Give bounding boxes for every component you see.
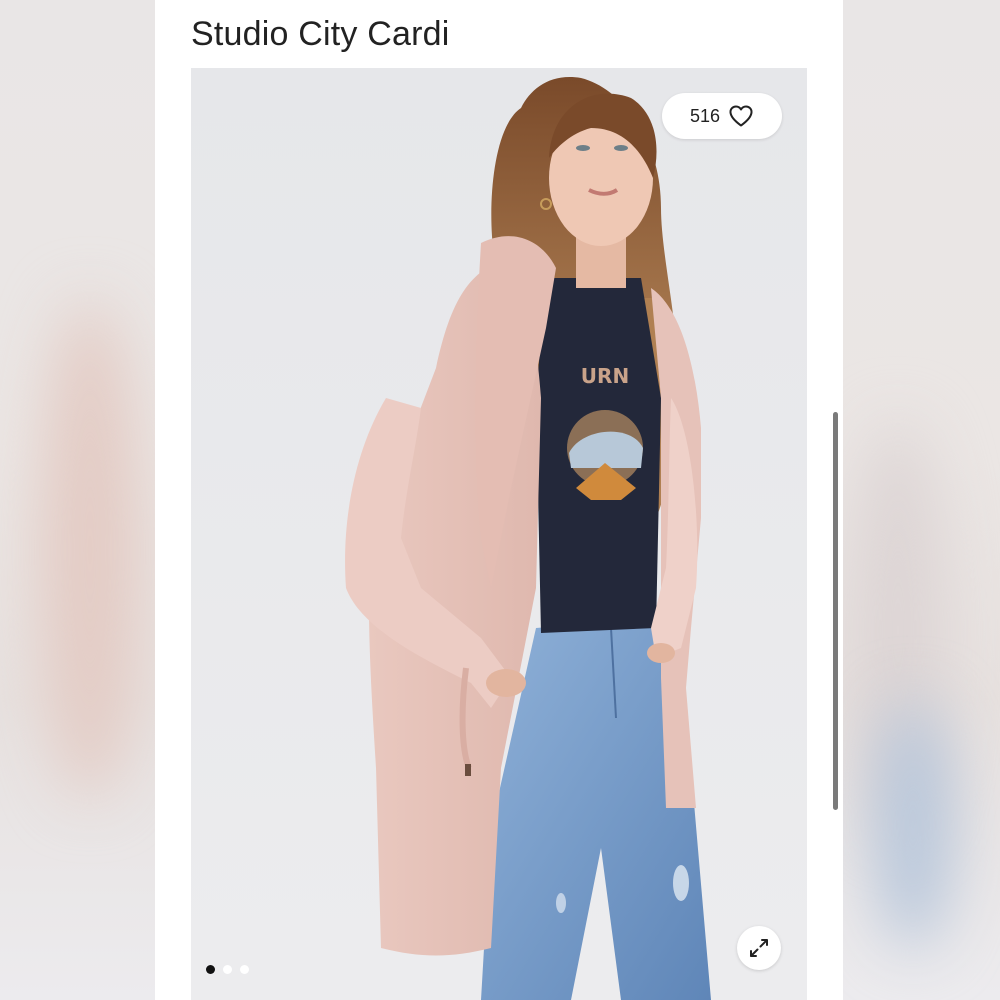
svg-text:URN: URN <box>581 364 629 388</box>
heart-icon <box>728 104 754 128</box>
right-blurred-backdrop <box>843 0 1000 1000</box>
scrollbar[interactable] <box>833 412 838 810</box>
carousel-indicator <box>206 965 249 974</box>
carousel-dot[interactable] <box>206 965 215 974</box>
carousel-dot[interactable] <box>223 965 232 974</box>
backdrop-blur <box>873 700 953 950</box>
product-card: Studio City Cardi URN 516 <box>155 0 843 1000</box>
left-blurred-backdrop <box>0 0 155 1000</box>
like-button[interactable]: 516 <box>662 93 782 139</box>
product-title: Studio City Cardi <box>191 15 450 53</box>
carousel-dot[interactable] <box>240 965 249 974</box>
likes-count: 516 <box>689 105 721 126</box>
expand-arrows-icon <box>747 936 771 960</box>
expand-image-button[interactable] <box>737 926 781 970</box>
backdrop-blur <box>40 300 140 800</box>
product-photo-illustration: URN <box>191 68 807 1000</box>
product-photo[interactable]: URN 516 <box>191 68 807 1000</box>
